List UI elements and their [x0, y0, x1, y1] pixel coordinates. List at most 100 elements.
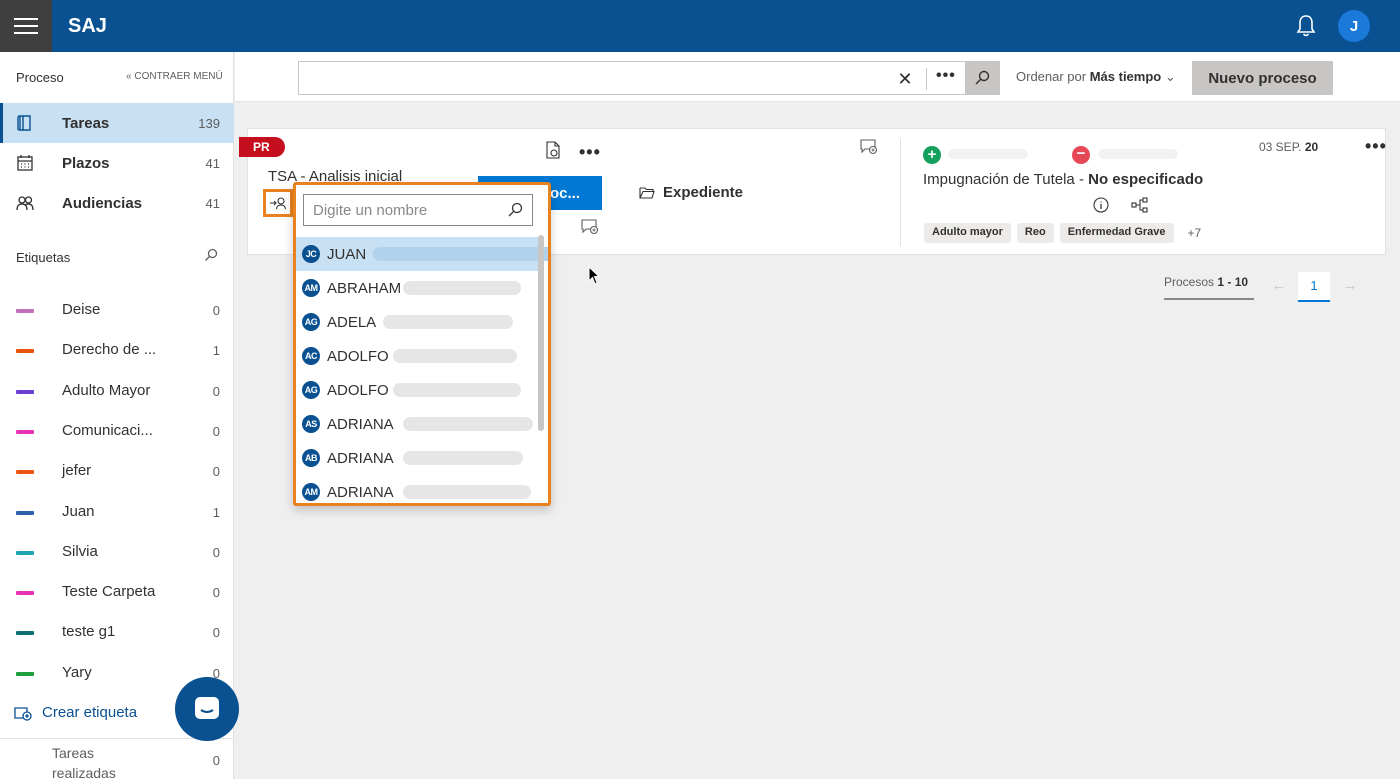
sidebar-tag-item[interactable]: Silvia 0 [0, 532, 234, 572]
tag-count: 0 [212, 544, 220, 560]
info-icon[interactable] [1093, 197, 1109, 213]
sidebar-item-audiencias[interactable]: Audiencias 41 [0, 183, 234, 223]
user-option[interactable]: AG ADELA [296, 305, 538, 339]
sidebar-item-count: 41 [205, 155, 220, 171]
sidebar-item-plazos[interactable]: Plazos 41 [0, 143, 234, 183]
search-icon[interactable] [204, 248, 218, 262]
expediente-label: Expediente [663, 184, 744, 201]
user-avatar: AG [302, 313, 320, 331]
tag-color-swatch [16, 631, 34, 636]
user-option[interactable]: AG ADOLFO [296, 373, 538, 407]
redacted-surname [383, 315, 513, 329]
comment-add-icon[interactable] [860, 139, 878, 155]
sort-prefix: Ordenar por [1016, 69, 1087, 84]
pagination-range: 1 - 10 [1217, 275, 1249, 289]
tag-color-swatch [16, 550, 34, 555]
hamburger-menu-button[interactable] [0, 0, 52, 52]
user-option[interactable]: AM ABRAHAM [296, 271, 538, 305]
assign-user-dropdown: JC JUAN AM ABRAHAM AG ADELA AC ADOLFO AG ADOLFO AS… [293, 182, 551, 506]
tag-color-swatch [16, 671, 34, 676]
collapse-menu-button[interactable]: « CONTRAER MENÚ [126, 71, 223, 82]
process-name: Impugnación de Tutela [923, 171, 1075, 188]
sidebar-tag-item[interactable]: teste g1 0 [0, 612, 234, 652]
sidebar-tag-item[interactable]: Deise 0 [0, 290, 234, 330]
sidebar-tag-item[interactable]: Adulto Mayor 0 [0, 371, 234, 411]
tag-label: Deise [62, 301, 101, 318]
arrow-left-icon: ← [1271, 277, 1287, 294]
tag-chips: Adulto mayor Reo Enfermedad Grave +7 [924, 223, 1209, 243]
workflow-icon[interactable] [1131, 197, 1148, 213]
sort-dropdown[interactable]: Ordenar por Más tiempo ⌄ [1016, 69, 1176, 85]
user-avatar: AM [302, 483, 320, 501]
tag-label: Adulto Mayor [62, 381, 151, 399]
tag-chip[interactable]: Enfermedad Grave [1059, 223, 1174, 243]
expediente-link[interactable]: Expediente [639, 184, 743, 201]
close-icon[interactable]: ✕ [895, 69, 915, 89]
tag-count: 1 [212, 504, 220, 520]
sidebar-item-tareas[interactable]: Tareas 139 [0, 103, 234, 143]
user-search-input[interactable] [304, 195, 500, 225]
sidebar-tag-item[interactable]: Comunicaci... 0 [0, 411, 234, 451]
create-tag-button[interactable]: Crear etiqueta [14, 704, 137, 721]
user-search-box [303, 194, 533, 226]
more-options-icon[interactable]: ••• [579, 143, 601, 161]
sidebar-item-count: 139 [198, 115, 220, 131]
divider [1164, 298, 1254, 300]
sidebar-item-done-tasks[interactable]: Tareas realizadas 0 [0, 738, 234, 779]
sidebar-tag-item[interactable]: Derecho de ... 1 [0, 330, 234, 370]
comment-add-icon[interactable] [581, 219, 599, 235]
arrow-right-icon: → [1342, 277, 1358, 294]
redacted-surname [393, 383, 521, 397]
user-option[interactable]: AM ADRIANA [296, 475, 538, 503]
process-search-box[interactable]: ✕ ••• [298, 61, 1000, 95]
next-page-button[interactable]: → [1336, 272, 1364, 302]
search-icon[interactable] [507, 202, 523, 218]
sidebar-tag-item[interactable]: Juan 1 [0, 492, 234, 532]
search-button[interactable] [965, 62, 999, 94]
previous-page-button[interactable]: ← [1265, 272, 1293, 302]
user-option[interactable]: AC ADOLFO [296, 339, 538, 373]
new-process-button[interactable]: Nuevo proceso [1192, 61, 1333, 95]
user-avatar: JC [302, 245, 320, 263]
tag-count: 0 [212, 383, 220, 399]
tag-chip[interactable]: Reo [1016, 223, 1054, 243]
tag-color-swatch [16, 349, 34, 354]
sidebar-item-label: Plazos [62, 154, 110, 172]
divider [926, 68, 927, 90]
pagination-prefix: Procesos [1164, 275, 1215, 289]
minus-circle-icon[interactable]: − [1072, 146, 1090, 164]
scrollbar[interactable] [538, 235, 544, 431]
process-status: No especificado [1088, 171, 1204, 188]
sidebar-item-label: Audiencias [62, 194, 143, 212]
tag-color-swatch [16, 470, 34, 475]
user-avatar: AS [302, 415, 320, 433]
user-name: ADELA [327, 313, 377, 331]
user-list: JC JUAN AM ABRAHAM AG ADELA AC ADOLFO AG ADOLFO AS… [296, 237, 548, 503]
user-avatar: AC [302, 347, 320, 365]
more-options-icon[interactable]: ••• [1365, 137, 1387, 155]
user-avatar[interactable]: J [1338, 10, 1370, 42]
chevron-down-icon: ⌄ [1164, 69, 1176, 84]
tag-chip[interactable]: Adulto mayor [924, 223, 1011, 243]
user-avatar: AM [302, 279, 320, 297]
user-name: ADRIANA [327, 483, 394, 501]
tag-label: Juan [62, 502, 95, 520]
chat-support-button[interactable] [175, 677, 239, 741]
tag-label: Comunicaci... [62, 421, 153, 439]
user-option[interactable]: AB ADRIANA [296, 441, 538, 475]
assign-user-button[interactable] [263, 189, 293, 217]
more-options-icon[interactable]: ••• [936, 67, 956, 85]
sidebar-tag-item[interactable]: jefer 0 [0, 451, 234, 491]
bell-icon[interactable] [1294, 13, 1318, 39]
document-clock-icon[interactable] [545, 141, 561, 159]
tag-count: 0 [212, 464, 220, 480]
user-option[interactable]: AS ADRIANA [296, 407, 538, 441]
tag-label: Silvia [62, 542, 98, 560]
user-option[interactable]: JC JUAN [296, 237, 548, 271]
redacted-surname [403, 485, 531, 499]
current-page-button[interactable]: 1 [1298, 272, 1330, 302]
redacted-text [948, 149, 1028, 159]
more-tags-chip[interactable]: +7 [1180, 223, 1210, 243]
plus-circle-icon[interactable]: + [923, 146, 941, 164]
sidebar-tag-item[interactable]: Teste Carpeta 0 [0, 572, 234, 612]
